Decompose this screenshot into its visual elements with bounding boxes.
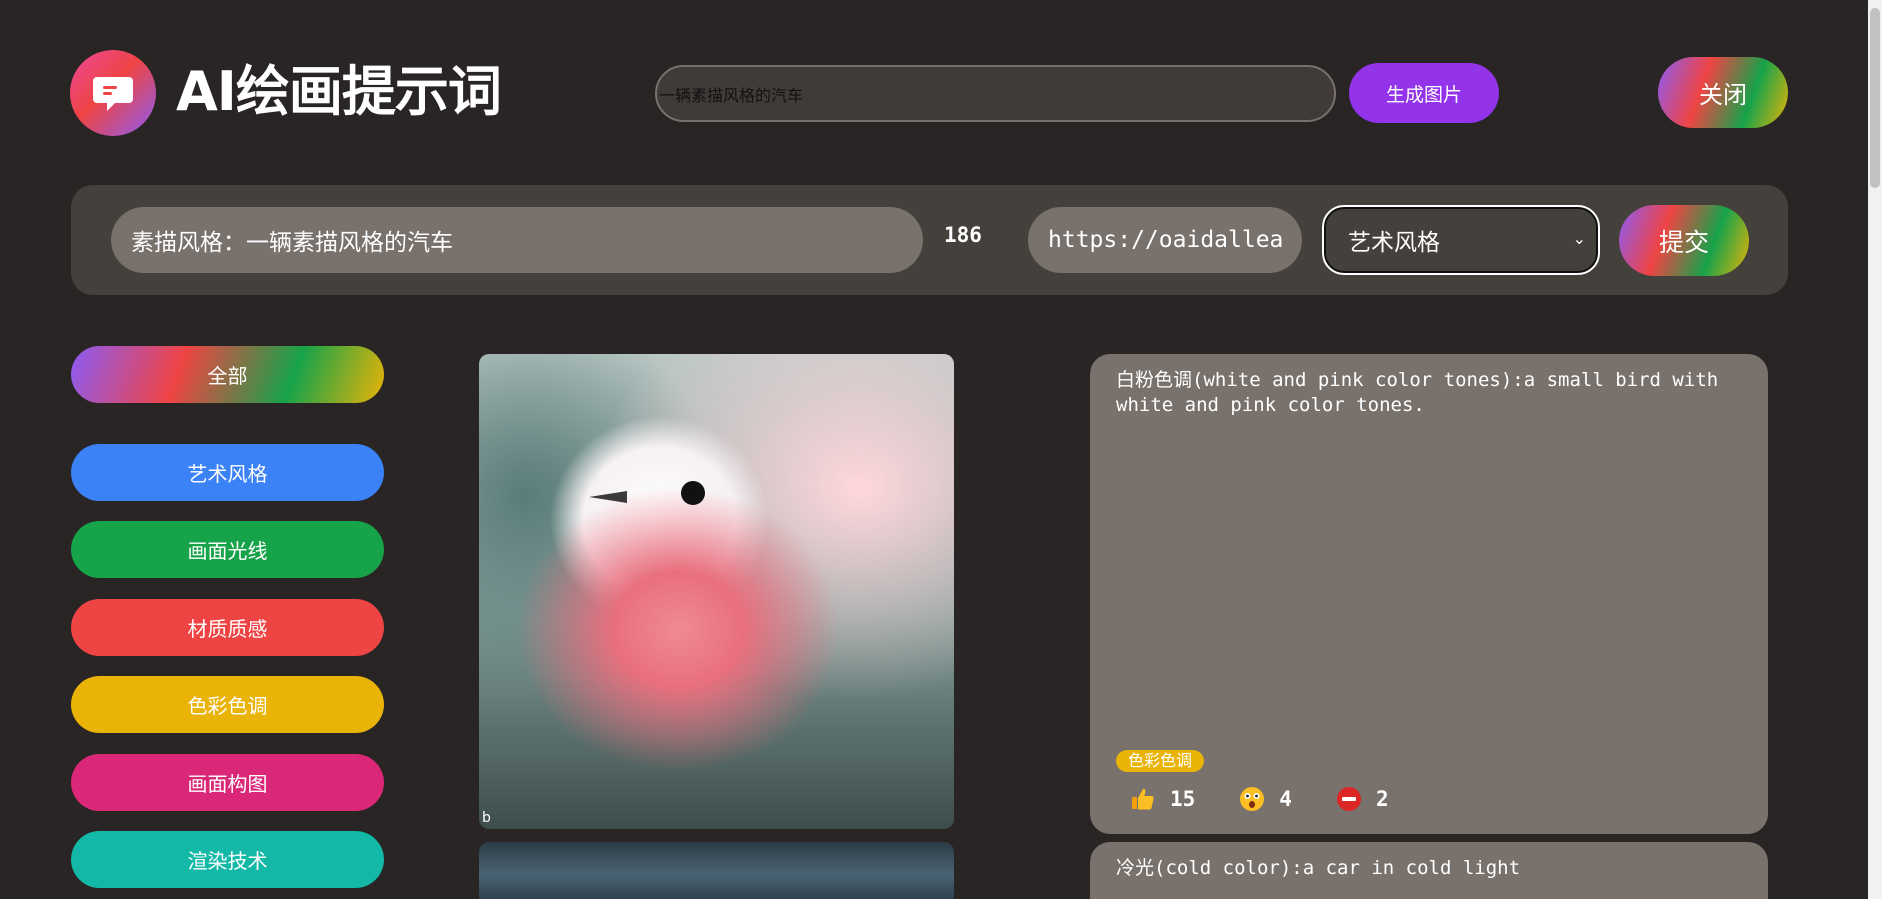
brand-title: AI绘画提示词: [176, 60, 502, 123]
prompt-text: 白粉色调(white and pink color tones):a small…: [1116, 369, 1719, 416]
reactions: 15 4 2: [1130, 786, 1433, 812]
submit-bar: 186 艺术风格 ⌄ 提交: [71, 185, 1788, 295]
prompt-text: 冷光(cold color):a car in cold light: [1116, 857, 1521, 879]
prompt-card[interactable]: 白粉色调(white and pink color tones):a small…: [1090, 354, 1768, 834]
char-count: 186: [944, 223, 982, 247]
category-art-style-button[interactable]: 艺术风格: [71, 444, 384, 501]
forbidden-count: 2: [1375, 787, 1389, 811]
surprised-count: 4: [1279, 787, 1292, 811]
category-texture-button[interactable]: 材质质感: [71, 599, 384, 656]
category-lighting-button[interactable]: 画面光线: [71, 521, 384, 578]
pink-white-bird-image[interactable]: b: [479, 354, 954, 829]
category-tag[interactable]: 色彩色调: [1116, 750, 1205, 772]
image-url-input[interactable]: [1028, 207, 1302, 273]
prompt-card[interactable]: 冷光(cold color):a car in cold light: [1090, 842, 1768, 899]
generate-image-button[interactable]: 生成图片: [1349, 63, 1499, 123]
bird-beak: [589, 491, 627, 503]
search-input[interactable]: [655, 65, 1336, 122]
style-select[interactable]: 艺术风格 ⌄: [1322, 205, 1600, 275]
thumbs-up-icon: [1130, 786, 1156, 812]
scrollbar[interactable]: [1868, 0, 1882, 899]
category-color-tone-button[interactable]: 色彩色调: [71, 676, 384, 733]
forbidden-reaction[interactable]: 2: [1336, 786, 1389, 812]
no-entry-icon: [1336, 786, 1362, 812]
surprised-reaction[interactable]: 4: [1239, 786, 1292, 812]
like-count: 15: [1170, 787, 1196, 811]
watermark: b: [482, 810, 491, 826]
category-rendering-button[interactable]: 渲染技术: [71, 831, 384, 888]
scrollbar-thumb[interactable]: [1870, 8, 1880, 188]
chat-bubble-icon: [93, 77, 133, 111]
category-all-button[interactable]: 全部: [71, 346, 384, 403]
close-button[interactable]: 关闭: [1658, 57, 1788, 128]
chevron-down-icon: ⌄: [1572, 229, 1586, 248]
logo: [70, 50, 156, 136]
submit-button[interactable]: 提交: [1619, 205, 1749, 276]
bird-eye: [681, 481, 705, 505]
like-reaction[interactable]: 15: [1130, 786, 1195, 812]
category-composition-button[interactable]: 画面构图: [71, 754, 384, 811]
prompt-input[interactable]: [111, 207, 923, 273]
surprised-face-icon: [1239, 786, 1265, 812]
car-cold-light-image[interactable]: [479, 842, 954, 899]
style-select-value: 艺术风格: [1348, 230, 1440, 256]
